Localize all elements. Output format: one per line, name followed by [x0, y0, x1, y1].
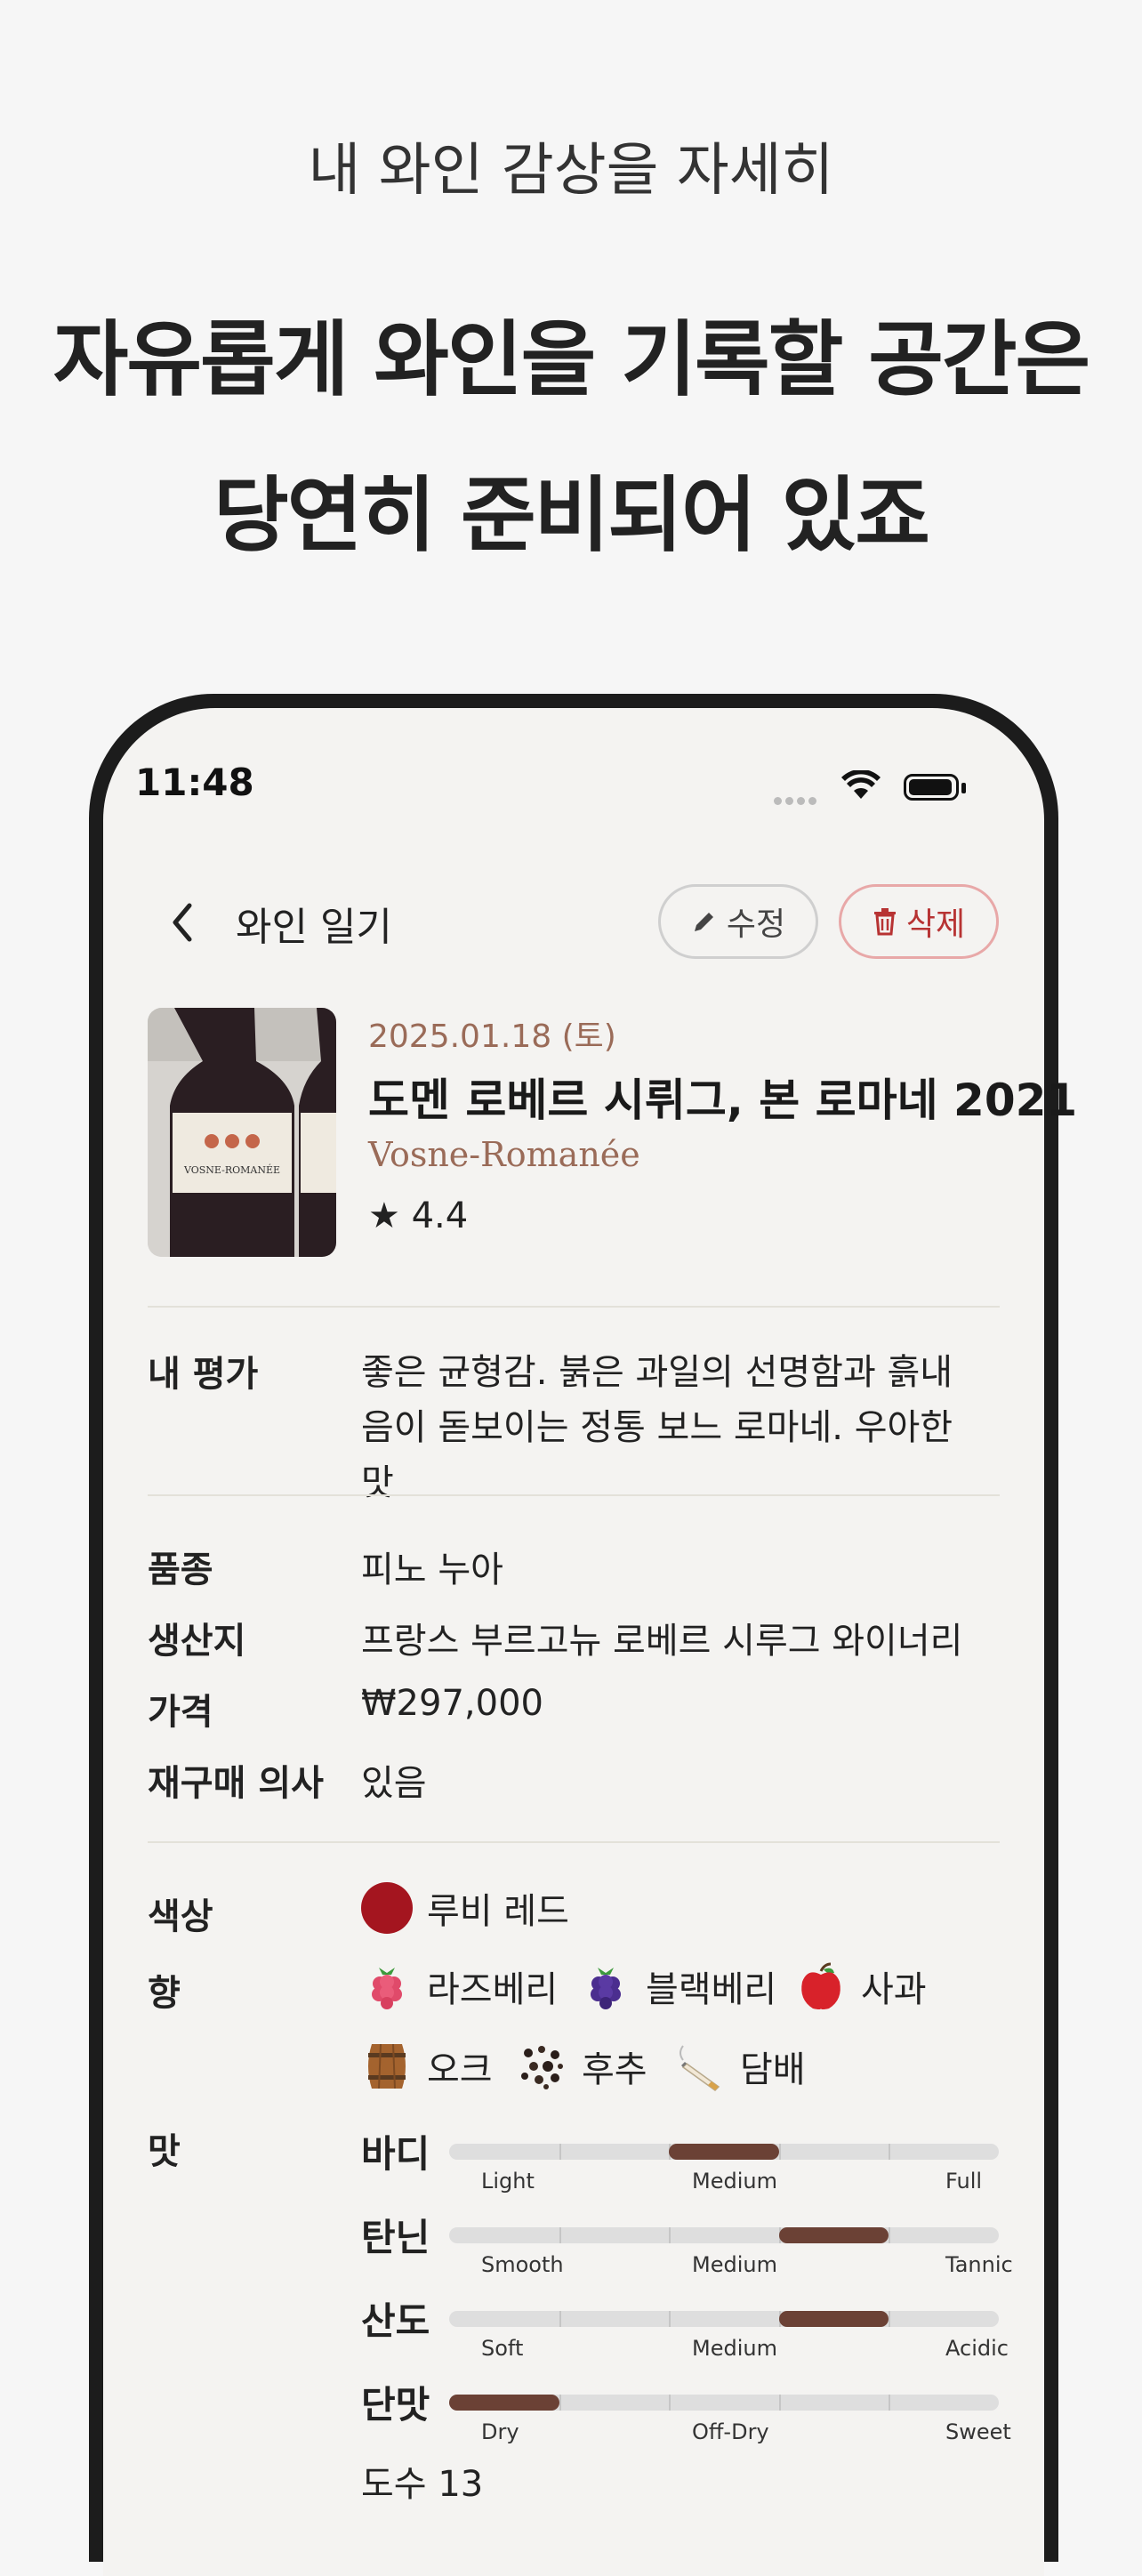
taste-scale-label-right: Tannic — [945, 2252, 1013, 2277]
review-label: 내 평가 — [148, 1354, 259, 1395]
taste-label: 맛 — [148, 2131, 181, 2172]
aroma-pepper: 후추 — [582, 2049, 647, 2090]
aroma-chip: 블랙베리 — [580, 1960, 776, 2012]
wine-name: 도멘 로베르 시뤼그, 본 로마네 2021 — [368, 1075, 1078, 1126]
aroma-chip: 후추 — [516, 2041, 647, 2092]
taste-bar-tick — [559, 2311, 561, 2327]
review-text: 좋은 균형감. 붉은 과일의 선명함과 흙내음이 돋보이는 정통 보느 로마네.… — [361, 1352, 953, 1503]
battery-icon — [904, 774, 959, 801]
wine-rating: ★ 4.4 — [368, 1195, 469, 1236]
pepper-icon — [521, 2046, 563, 2089]
promo-headline-line2: 당연히 준비되어 있죠 — [213, 468, 930, 563]
color-chip: 루비 레드 — [361, 1882, 569, 1934]
taste-bar — [449, 2395, 999, 2411]
status-time: 11:48 — [135, 761, 254, 804]
taste-scale-label-mid: Medium — [692, 2252, 777, 2277]
taste-scale-label-left: Smooth — [481, 2252, 564, 2277]
promo-headline-line1: 자유롭게 와인을 기록할 공간은 — [52, 312, 1090, 407]
wine-photo[interactable]: VOSNE-ROMANÉE — [148, 1008, 336, 1257]
wine-region: Vosne-Romanée — [368, 1135, 640, 1174]
taste-name: 산도 — [361, 2299, 430, 2343]
cellular-signal-icon — [774, 792, 820, 809]
color-value: 루비 레드 — [427, 1891, 569, 1932]
taste-bar — [449, 2311, 999, 2327]
aroma-chip: 담배 — [674, 2041, 806, 2092]
back-chevron-icon[interactable] — [165, 900, 200, 945]
bottle-label-text: VOSNE-ROMANÉE — [183, 1163, 280, 1176]
aroma-chip: 라즈베리 — [361, 1960, 558, 2012]
alcohol-value: 도수 13 — [361, 2464, 484, 2505]
oak-barrel-icon — [368, 2043, 406, 2089]
pencil-icon — [694, 913, 713, 931]
divider — [148, 1841, 1000, 1843]
edit-button-label: 수정 — [726, 906, 786, 943]
entry-date: 2025.01.18 (토) — [368, 1018, 616, 1055]
apple-icon — [801, 1962, 840, 2009]
taste-bar-tick — [669, 2227, 672, 2243]
taste-bar-fill — [669, 2144, 779, 2160]
detail-value-variety: 피노 누아 — [361, 1550, 503, 1590]
taste-bar-tick — [889, 2144, 891, 2160]
aroma-label: 향 — [148, 1973, 181, 2014]
taste-bar-fill — [778, 2311, 889, 2327]
taste-scale-label-mid: Off-Dry — [692, 2419, 769, 2444]
detail-value-price: ₩297,000 — [361, 1683, 543, 1724]
taste-scale-label-right: Sweet — [945, 2419, 1011, 2444]
taste-name: 단맛 — [361, 2383, 430, 2427]
taste-name: 탄닌 — [361, 2216, 430, 2259]
taste-bar-tick — [889, 2227, 891, 2243]
taste-bar-fill — [778, 2227, 889, 2243]
taste-scale-label-left: Light — [481, 2169, 535, 2194]
color-label: 색상 — [148, 1896, 213, 1937]
taste-name: 바디 — [361, 2132, 430, 2176]
taste-bar-tick — [889, 2395, 891, 2411]
aroma-tobacco: 담배 — [740, 2049, 806, 2090]
taste-scale-label-left: Soft — [481, 2336, 524, 2361]
taste-bar-tick — [778, 2395, 781, 2411]
taste-bar-fill — [449, 2395, 559, 2411]
aroma-chip: 오크 — [361, 2041, 493, 2092]
edit-button[interactable]: 수정 — [658, 884, 818, 959]
trash-icon — [873, 908, 896, 936]
taste-scale-label-left: Dry — [481, 2419, 519, 2444]
divider — [148, 1306, 1000, 1308]
tobacco-icon — [680, 2045, 720, 2091]
wine-bottle-image: VOSNE-ROMANÉE — [148, 1008, 336, 1257]
delete-button-label: 삭제 — [905, 906, 966, 943]
aroma-blackberry: 블랙베리 — [646, 1969, 777, 2010]
detail-label-variety: 품종 — [148, 1550, 213, 1590]
promo-subtitle: 내 와인 감상을 자세히 — [308, 138, 834, 204]
taste-bar-tick — [778, 2144, 781, 2160]
taste-scale-label-right: Acidic — [945, 2336, 1009, 2361]
aroma-chip: 사과 — [795, 1960, 927, 2012]
detail-label-price: 가격 — [148, 1692, 213, 1733]
delete-button[interactable]: 삭제 — [839, 884, 999, 959]
wifi-icon — [841, 770, 881, 799]
aroma-oak: 오크 — [427, 2049, 493, 2090]
aroma-raspberry: 라즈베리 — [427, 1969, 559, 2010]
color-swatch-icon — [361, 1882, 413, 1934]
page-title: 와인 일기 — [236, 905, 392, 950]
taste-bar-tick — [559, 2227, 561, 2243]
taste-bar — [449, 2144, 999, 2160]
taste-bar-tick — [669, 2311, 672, 2327]
battery-tip — [961, 783, 966, 793]
blackberry-icon — [591, 1968, 621, 2009]
detail-value-repurchase: 있음 — [361, 1763, 427, 1804]
taste-scale-label-mid: Medium — [692, 2169, 777, 2194]
taste-bar-tick — [559, 2395, 561, 2411]
taste-bar-tick — [559, 2144, 561, 2160]
taste-scale-label-mid: Medium — [692, 2336, 777, 2361]
taste-bar-tick — [889, 2311, 891, 2327]
taste-bar — [449, 2227, 999, 2243]
detail-value-origin: 프랑스 부르고뉴 로베르 시루그 와이너리 — [361, 1621, 963, 1662]
detail-label-repurchase: 재구매 의사 — [148, 1763, 324, 1804]
raspberry-icon — [372, 1968, 402, 2009]
taste-scale-label-right: Full — [945, 2169, 983, 2194]
divider — [148, 1494, 1000, 1496]
aroma-apple: 사과 — [861, 1969, 927, 2010]
detail-label-origin: 생산지 — [148, 1621, 246, 1662]
taste-bar-tick — [669, 2395, 672, 2411]
status-icons — [774, 770, 969, 806]
